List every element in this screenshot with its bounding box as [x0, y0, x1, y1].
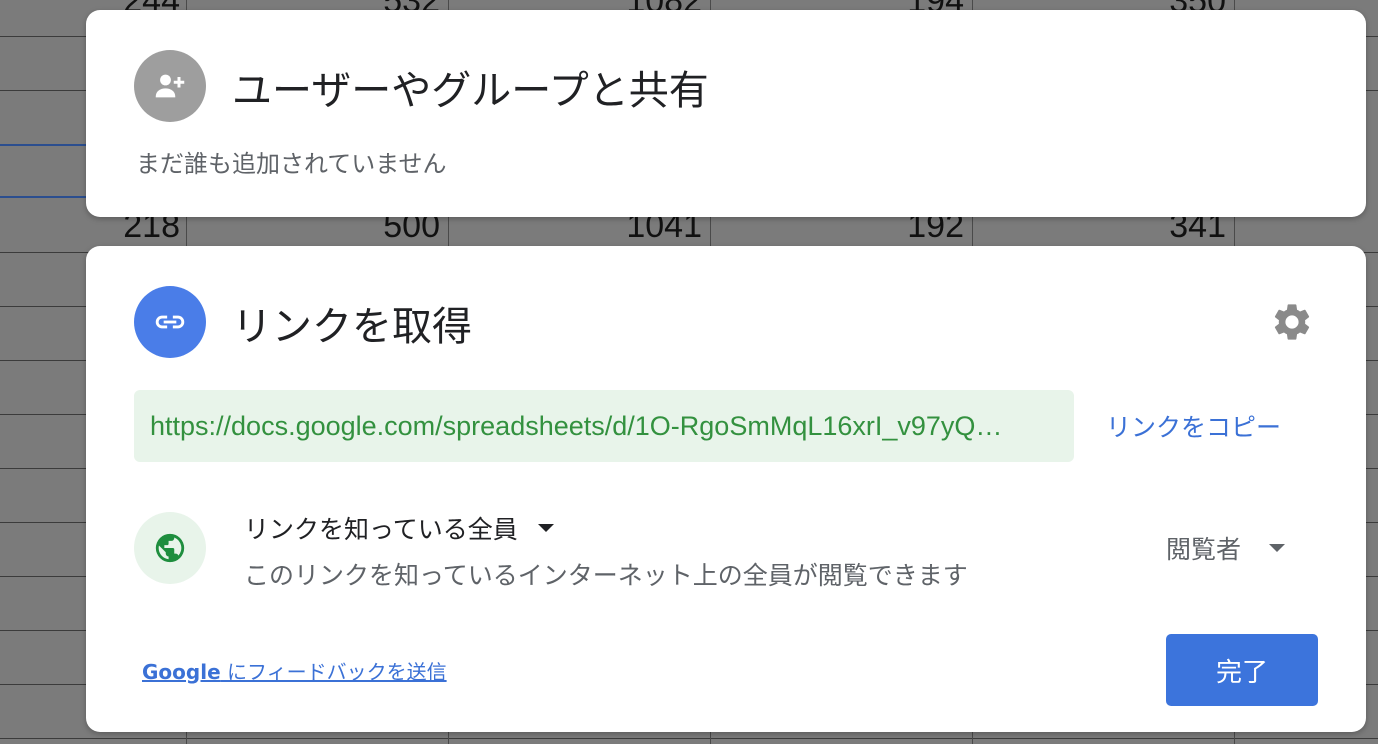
selection-line — [0, 196, 90, 198]
grid-line — [0, 738, 1378, 739]
feedback-text: にフィードバックを送信 — [220, 660, 447, 684]
link-card-title: リンクを取得 — [232, 304, 472, 350]
share-card-empty-message: まだ誰も追加されていません — [136, 150, 447, 178]
chevron-down-icon — [1269, 544, 1286, 552]
feedback-brand: Google — [142, 660, 221, 684]
share-link-url-field[interactable]: https://docs.google.com/spreadsheets/d/1… — [134, 390, 1074, 462]
person-add-icon — [134, 50, 206, 122]
gear-icon[interactable] — [1268, 298, 1316, 346]
get-link-card: リンクを取得 https://docs.google.com/spreadshe… — [86, 246, 1366, 732]
globe-icon — [134, 512, 206, 584]
selection-line — [0, 144, 90, 146]
role-label: 閲覧者 — [1166, 535, 1242, 564]
link-icon — [134, 286, 206, 358]
role-dropdown[interactable]: 閲覧者 — [1166, 530, 1286, 566]
general-access-description: このリンクを知っているインターネット上の全員が閲覧できます — [244, 561, 968, 590]
send-feedback-link[interactable]: Google にフィードバックを送信 — [142, 656, 447, 685]
share-with-people-card: ユーザーやグループと共有 まだ誰も追加されていません — [86, 10, 1366, 217]
share-card-title: ユーザーやグループと共有 — [232, 68, 709, 114]
done-button[interactable]: 完了 — [1166, 634, 1318, 706]
chevron-down-icon — [537, 524, 554, 532]
general-access-dropdown[interactable]: リンクを知っている全員 — [244, 510, 554, 546]
general-access-label: リンクを知っている全員 — [244, 515, 518, 544]
share-link-url[interactable]: https://docs.google.com/spreadsheets/d/1… — [150, 411, 1058, 442]
copy-link-button[interactable]: リンクをコピー — [1106, 408, 1281, 444]
